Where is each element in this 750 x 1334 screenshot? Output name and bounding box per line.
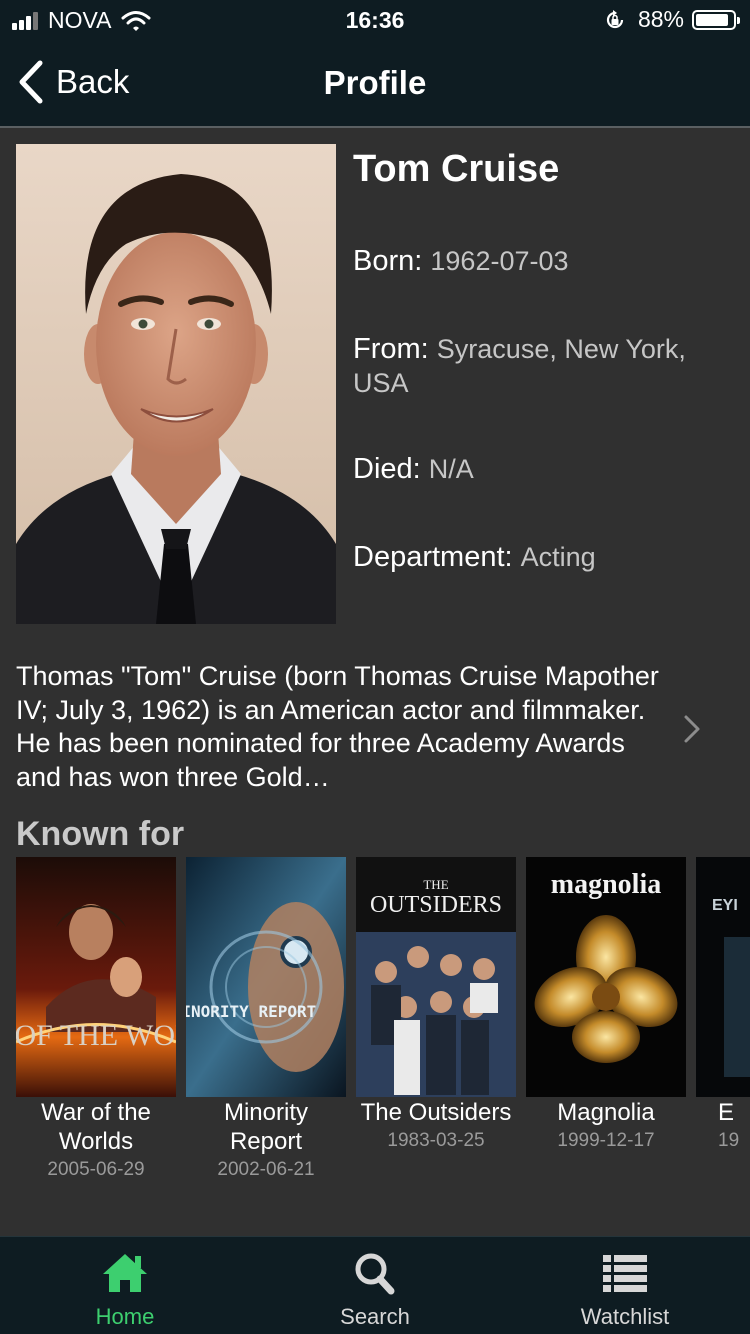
movie-card[interactable]: WAR OF THE WORLDS War of the Worlds 2005… [16, 857, 176, 1183]
navigation-bar: Back Profile [0, 40, 750, 126]
movie-card[interactable]: MINORITY REPORT Minority Report 2002-06-… [186, 857, 346, 1183]
movie-date: 19 [718, 1130, 740, 1151]
tab-search[interactable]: Search [250, 1237, 500, 1334]
born-field: Born: 1962-07-03 [353, 244, 733, 278]
biography-text[interactable]: Thomas "Tom" Cruise (born Thomas Cruise … [16, 660, 666, 794]
movie-date: 2005-06-29 [47, 1159, 145, 1180]
movie-date: 1983-03-25 [387, 1130, 485, 1151]
movie-title: E [718, 1099, 735, 1126]
tab-home[interactable]: Home [0, 1237, 250, 1334]
battery-level [696, 13, 728, 26]
movie-title: War of the Worlds [41, 1099, 151, 1155]
movie-card[interactable]: EYI E 19 [696, 857, 750, 1154]
movie-title: Magnolia [557, 1099, 655, 1126]
poster-title-text: OUTSIDERS [370, 892, 502, 918]
died-label: Died: [353, 453, 421, 485]
poster-title-text: WAR OF THE WORLDS [16, 1019, 176, 1052]
status-bar: NOVA 16:36 88% [0, 0, 750, 40]
movie-poster: magnolia [526, 857, 686, 1097]
nav-divider [0, 126, 750, 128]
search-icon [355, 1253, 395, 1295]
movie-poster: THE OUTSIDERS [356, 857, 516, 1097]
actor-name: Tom Cruise [353, 148, 560, 190]
movie-title: Minority Report [223, 1099, 308, 1155]
tab-watchlist[interactable]: Watchlist [500, 1237, 750, 1334]
died-value: N/A [428, 454, 474, 484]
list-icon [603, 1255, 647, 1292]
tab-search-label: Search [340, 1304, 410, 1329]
poster-title-text: magnolia [551, 869, 661, 900]
known-for-list[interactable]: WAR OF THE WORLDS War of the Worlds 2005… [16, 857, 750, 1187]
from-field: From: Syracuse, New York, USA [353, 332, 733, 400]
movie-date: 2002-06-21 [217, 1159, 315, 1180]
home-icon [103, 1254, 147, 1292]
battery-icon [692, 9, 740, 30]
died-field: Died: N/A [353, 452, 733, 486]
tab-bar: Home Search Watchlist [0, 1236, 750, 1334]
chevron-left-icon [19, 60, 43, 104]
profile-screen: NOVA 16:36 88% Back Profile Tom Cruise B… [0, 0, 750, 1334]
profile-photo [16, 144, 336, 624]
tab-watchlist-label: Watchlist [580, 1304, 670, 1329]
movie-poster: MINORITY REPORT [186, 857, 346, 1097]
department-field: Department: Acting [353, 540, 733, 574]
movie-poster: EYI [696, 857, 750, 1097]
top-bar: NOVA 16:36 88% Back Profile [0, 0, 750, 128]
from-label: From: [353, 333, 429, 365]
known-for-heading: Known for [16, 815, 185, 853]
born-value: 1962-07-03 [430, 246, 569, 276]
poster-title-text: EYI [712, 897, 738, 914]
movie-card[interactable]: THE OUTSIDERS The Outsiders 1983-03-25 [356, 857, 516, 1154]
tab-home-label: Home [95, 1304, 155, 1329]
born-label: Born: [353, 245, 423, 277]
poster-subtitle-text: THE [423, 877, 448, 892]
movie-card[interactable]: magnolia Magnolia 1999-12-17 [526, 857, 686, 1154]
department-label: Department: [353, 541, 513, 573]
status-right: 88% [604, 6, 740, 33]
movie-title: The Outsiders [360, 1099, 512, 1126]
battery-percent: 88% [637, 6, 684, 32]
department-value: Acting [520, 542, 596, 572]
movie-poster: WAR OF THE WORLDS [16, 857, 176, 1097]
orientation-lock-icon [606, 9, 624, 28]
movie-date: 1999-12-17 [557, 1130, 655, 1151]
back-button[interactable]: Back [16, 60, 129, 104]
back-label: Back [56, 63, 130, 100]
chevron-right-icon[interactable] [682, 714, 702, 744]
poster-title-text: MINORITY REPORT [186, 1002, 316, 1021]
